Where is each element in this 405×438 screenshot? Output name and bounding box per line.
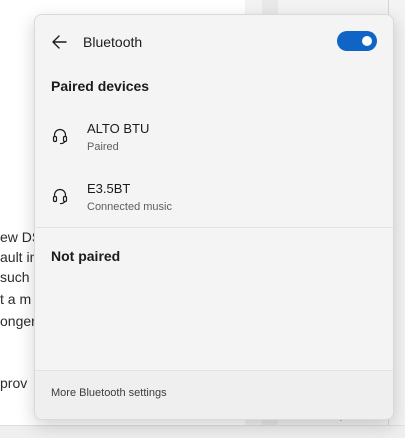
toggle-knob bbox=[362, 36, 372, 46]
more-bluetooth-settings-link[interactable]: More Bluetooth settings bbox=[51, 387, 167, 399]
device-status: Paired bbox=[87, 141, 119, 153]
device-name: E3.5BT bbox=[87, 181, 131, 196]
section-divider bbox=[35, 227, 393, 228]
background-text-line: onger bbox=[0, 313, 36, 329]
device-item-e35bt[interactable]: E3.5BT Connected music bbox=[35, 179, 393, 229]
not-paired-heading: Not paired bbox=[51, 248, 121, 264]
device-name: ALTO BTU bbox=[87, 121, 150, 136]
back-button[interactable] bbox=[49, 32, 71, 52]
flyout-footer: More Bluetooth settings bbox=[35, 370, 393, 419]
background-text-line: prov bbox=[0, 375, 28, 391]
bluetooth-toggle[interactable] bbox=[337, 31, 377, 51]
background-scrollbar[interactable] bbox=[0, 425, 405, 438]
headset-icon bbox=[52, 128, 68, 145]
flyout-title: Bluetooth bbox=[83, 34, 143, 50]
paired-devices-heading: Paired devices bbox=[51, 78, 150, 94]
bluetooth-flyout: Bluetooth Paired devices ALTO BTU Paired… bbox=[34, 14, 394, 420]
device-item-alto-btu[interactable]: ALTO BTU Paired bbox=[35, 119, 393, 169]
headset-icon bbox=[52, 188, 68, 205]
flyout-header: Bluetooth bbox=[35, 15, 393, 69]
background-text-line: such bbox=[0, 269, 30, 285]
back-arrow-icon bbox=[52, 35, 67, 49]
background-text-line: ault in bbox=[0, 249, 38, 265]
background-text-line: t a m bbox=[0, 291, 32, 307]
device-status: Connected music bbox=[87, 201, 172, 213]
